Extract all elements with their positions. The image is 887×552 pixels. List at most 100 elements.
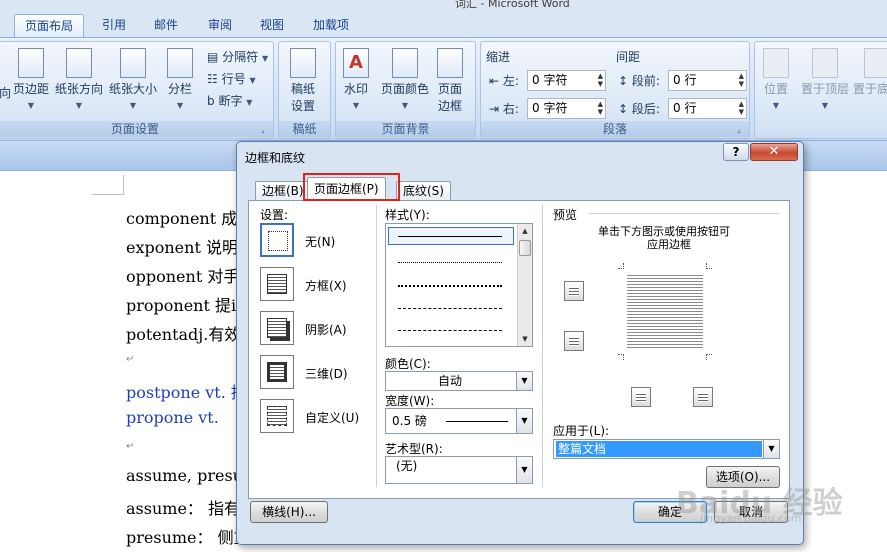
chevron-down-icon[interactable]: ▼ — [516, 372, 532, 390]
spacing-after-input[interactable]: 0 行 ▲ ▼ — [668, 98, 747, 119]
horizontal-line-button[interactable]: 横线(H)... — [250, 501, 328, 523]
watermark-button[interactable]: A 水印 ▼ — [343, 48, 369, 111]
tab-references[interactable]: 引用 — [94, 14, 134, 37]
preview-corner — [706, 263, 712, 269]
setting-shadow-label[interactable]: 阴影(A) — [305, 321, 347, 338]
spinner-icon[interactable]: ▲ ▼ — [598, 72, 603, 88]
style-dash-dot[interactable] — [398, 330, 502, 331]
window-title: 词汇 - Microsoft Word — [455, 0, 570, 10]
setting-3d-label[interactable]: 三维(D) — [305, 365, 348, 382]
indent-left-input[interactable]: 0 字符 ▲ ▼ — [527, 70, 606, 91]
right-border-button[interactable] — [693, 387, 713, 407]
scroll-up-icon[interactable]: ▲ — [518, 224, 532, 238]
setting-none-button[interactable] — [260, 223, 294, 257]
ribbon: 向 页边距 ▼ 纸张方向 ▼ 纸张大小 ▼ 分栏 ▼ ▤ 分隔符 ▼ ☷ 行号 ▼ b … — [0, 37, 887, 141]
setting-custom-label[interactable]: 自定义(U) — [305, 409, 359, 426]
color-dropdown[interactable]: 自动 ▼ — [385, 371, 533, 391]
dialog-launcher-icon[interactable]: ⌟ — [737, 126, 746, 135]
page-borders-button[interactable]: 页面 边框 — [437, 48, 463, 114]
style-dotted[interactable] — [398, 262, 502, 263]
hyphenation-label: 断字 — [218, 94, 243, 108]
preview-page[interactable] — [627, 273, 703, 348]
position-icon — [763, 48, 789, 78]
margins-button[interactable]: 页边距 ▼ — [13, 48, 49, 111]
tab-view[interactable]: 视图 — [252, 14, 292, 37]
manuscript-label-2: 设置 — [290, 99, 315, 113]
divider — [376, 205, 377, 487]
style-solid[interactable] — [398, 236, 502, 237]
chevron-down-icon[interactable]: ▼ — [516, 409, 532, 433]
columns-button[interactable]: 分栏 ▼ — [167, 48, 193, 111]
tab-review[interactable]: 审阅 — [200, 14, 240, 37]
help-button[interactable]: ? — [723, 143, 749, 161]
line-numbers-label: 行号 — [221, 72, 246, 86]
spacing-after-label: ↕ 段后: — [618, 102, 660, 116]
spinner-icon[interactable]: ▲ ▼ — [598, 100, 603, 116]
chevron-down-icon: ▼ — [401, 101, 409, 110]
paragraph-group-label: 段落 — [481, 121, 749, 137]
scroll-thumb[interactable] — [519, 240, 531, 256]
style-label: 样式(Y): — [385, 208, 430, 222]
indent-right-icon: ⇥ — [489, 102, 500, 116]
setting-3d-button[interactable] — [260, 355, 294, 389]
indent-heading: 缩进 — [486, 50, 511, 64]
width-value: 0.5 磅 — [392, 414, 427, 428]
orientation-button[interactable]: 纸张方向 ▼ — [55, 48, 103, 111]
page-background-group-label: 页面背景 — [336, 121, 475, 137]
manuscript-settings-button[interactable]: 稿纸 设置 — [290, 48, 316, 114]
color-label: 颜色(C): — [385, 357, 431, 371]
spinner-icon[interactable]: ▲ ▼ — [739, 72, 744, 88]
position-button[interactable]: 位置 ▼ — [763, 48, 789, 111]
tab-page-layout[interactable]: 页面布局 — [14, 14, 84, 37]
doc-line-9: assume： 指有 — [126, 499, 240, 518]
preview-rule — [589, 213, 779, 214]
setting-box-label[interactable]: 方框(X) — [305, 277, 347, 294]
border-shadow-icon — [267, 318, 287, 338]
setting-custom-button[interactable] — [260, 399, 294, 433]
size-button[interactable]: 纸张大小 ▼ — [109, 48, 157, 111]
hyphenation-button[interactable]: b 断字 ▼ — [207, 92, 252, 109]
style-dashed[interactable] — [398, 308, 502, 309]
setting-box-button[interactable] — [260, 267, 294, 301]
scroll-down-icon[interactable]: ▼ — [518, 332, 532, 346]
top-border-button[interactable] — [564, 281, 584, 301]
style-list[interactable]: ▲ ▼ — [385, 223, 533, 347]
chevron-down-icon: ▼ — [821, 101, 829, 110]
spacing-before-label: ↕ 段前: — [618, 74, 660, 88]
line-numbers-button[interactable]: ☷ 行号 ▼ — [207, 70, 256, 87]
preview-corner — [618, 263, 624, 269]
page-borders-icon — [437, 48, 463, 78]
style-dotted-thick[interactable] — [398, 285, 502, 287]
apply-dropdown[interactable]: 整篇文档 ▼ — [553, 439, 780, 459]
send-back-button[interactable]: 置于底层 — [853, 48, 887, 97]
orientation-icon — [66, 48, 92, 78]
spacing-before-input[interactable]: 0 行 ▲ ▼ — [668, 70, 747, 91]
watermark-label: 水印 — [343, 82, 368, 96]
style-scrollbar[interactable]: ▲ ▼ — [517, 224, 532, 346]
width-dropdown[interactable]: 0.5 磅 ▼ — [385, 408, 533, 434]
manuscript-label-1: 稿纸 — [290, 82, 315, 96]
chevron-down-icon[interactable]: ▼ — [763, 440, 779, 458]
spinner-icon[interactable]: ▲ ▼ — [739, 100, 744, 116]
dialog-launcher-icon[interactable]: ⌟ — [261, 126, 270, 135]
setting-shadow-button[interactable] — [260, 311, 294, 345]
art-dropdown[interactable]: (无) ▼ — [385, 456, 533, 484]
tab-mailings[interactable]: 邮件 — [146, 14, 186, 37]
breaks-button[interactable]: ▤ 分隔符 ▼ — [207, 48, 268, 65]
chevron-down-icon[interactable]: ▼ — [516, 457, 532, 483]
bottom-border-button[interactable] — [564, 331, 584, 351]
tab-addins[interactable]: 加载项 — [305, 14, 357, 37]
text-direction-button[interactable]: 向 — [0, 84, 11, 101]
group-manuscript: 稿纸 设置 稿纸 — [278, 41, 331, 139]
setting-none-label[interactable]: 无(N) — [305, 233, 335, 250]
margins-label: 页边距 — [13, 82, 50, 96]
bring-front-button[interactable]: 置于顶层 ▼ — [801, 48, 849, 111]
chevron-down-icon: ▼ — [27, 101, 35, 110]
page-color-button[interactable]: 页面颜色 ▼ — [381, 48, 429, 111]
art-label: 艺术型(R): — [385, 442, 443, 456]
left-border-button[interactable] — [631, 387, 651, 407]
indent-right-input[interactable]: 0 字符 ▲ ▼ — [527, 98, 606, 119]
close-button[interactable]: ✕ — [750, 143, 798, 161]
tab-shading[interactable]: 底纹(S) — [396, 181, 451, 201]
border-custom-icon — [267, 406, 287, 426]
